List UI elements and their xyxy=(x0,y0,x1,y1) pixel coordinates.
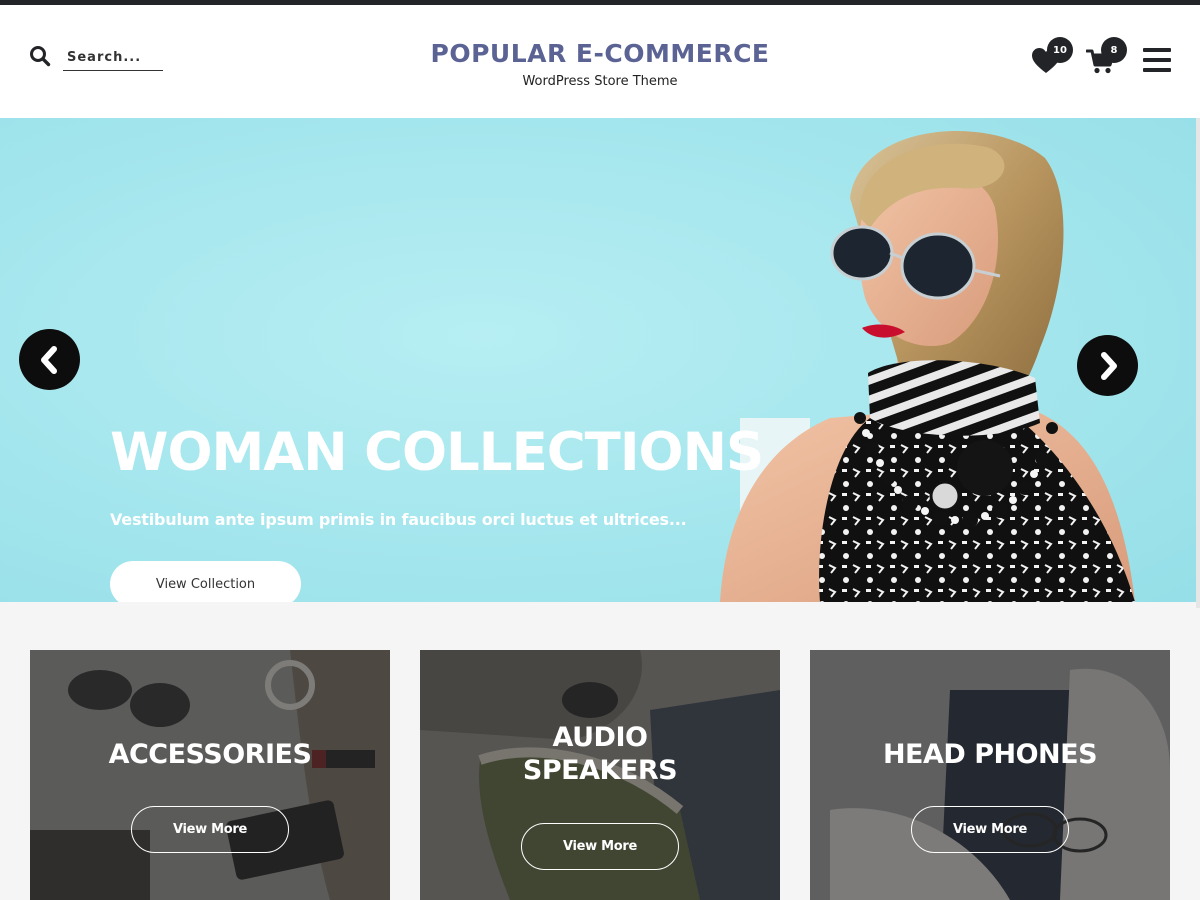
hero-subheading: Vestibulum ante ipsum primis in faucibus… xyxy=(110,510,687,529)
site-tagline: WordPress Store Theme xyxy=(522,74,678,89)
view-collection-button[interactable]: View Collection xyxy=(110,561,301,602)
view-more-button[interactable]: View More xyxy=(521,823,679,870)
slider-next-button[interactable] xyxy=(1077,335,1138,396)
slider-prev-button[interactable] xyxy=(19,329,80,390)
view-more-button[interactable]: View More xyxy=(911,806,1069,853)
hero-image xyxy=(0,118,1200,602)
category-title: HEAD PHONES xyxy=(882,739,1098,770)
category-card-audio-speakers[interactable]: AUDIO SPEAKERS View More xyxy=(420,650,780,900)
category-title: AUDIO SPEAKERS xyxy=(420,721,780,787)
category-overlay xyxy=(30,650,390,900)
category-card-head-phones[interactable]: HEAD PHONES View More xyxy=(810,650,1170,900)
chevron-left-icon xyxy=(40,345,57,374)
view-more-button[interactable]: View More xyxy=(131,806,289,853)
site-title[interactable]: POPULAR E-COMMERCE xyxy=(350,39,850,68)
hero-heading: WOMAN COLLECTIONS xyxy=(110,422,764,483)
category-overlay xyxy=(810,650,1170,900)
site-header: POPULAR E-COMMERCE WordPress Store Theme… xyxy=(0,5,1200,118)
page-scrollbar[interactable] xyxy=(1196,118,1200,608)
wishlist-count-badge: 10 xyxy=(1047,37,1073,63)
category-title-line: AUDIO xyxy=(552,722,648,753)
hamburger-menu-icon[interactable] xyxy=(1143,48,1171,72)
category-title-line: SPEAKERS xyxy=(522,755,678,786)
search-icon[interactable] xyxy=(29,45,51,67)
category-title: ACCESSORIES xyxy=(108,739,312,770)
category-card-accessories[interactable]: ACCESSORIES View More xyxy=(30,650,390,900)
search-input[interactable] xyxy=(63,45,163,71)
hero-slider: WOMAN COLLECTIONS Vestibulum ante ipsum … xyxy=(0,118,1200,602)
chevron-right-icon xyxy=(1100,351,1117,380)
cart-count-badge: 8 xyxy=(1101,37,1127,63)
